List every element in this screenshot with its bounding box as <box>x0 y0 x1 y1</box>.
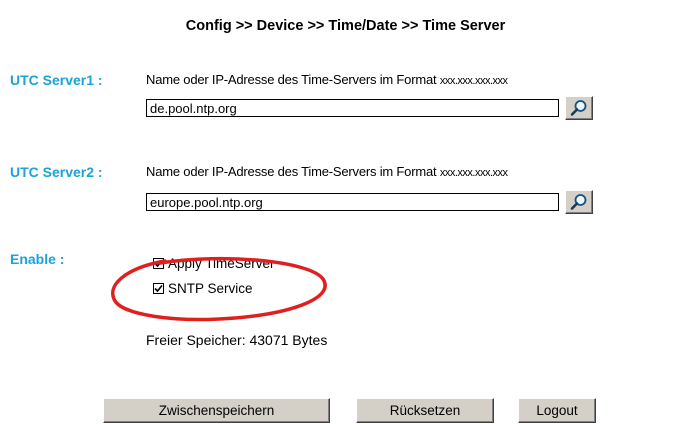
save-button[interactable]: Zwischenspeichern <box>103 398 330 423</box>
utc-server2-description: Name oder IP-Adresse des Time-Servers im… <box>146 164 508 179</box>
utc-server1-description: Name oder IP-Adresse des Time-Servers im… <box>146 72 508 87</box>
server2-format-text: xxx.xxx.xxx.xxx <box>439 167 508 179</box>
utc-server2-input[interactable] <box>146 193 559 211</box>
utc-server1-lookup-button[interactable] <box>565 96 593 120</box>
enable-label: Enable : <box>10 251 65 267</box>
reset-button[interactable]: Rücksetzen <box>356 398 494 423</box>
magnifier-icon <box>570 100 587 116</box>
breadcrumb: Config >> Device >> Time/Date >> Time Se… <box>185 18 506 34</box>
utc-server2-lookup-button[interactable] <box>565 190 593 214</box>
utc-server1-input[interactable] <box>146 99 559 117</box>
magnifier-icon <box>570 194 587 210</box>
utc-server1-label: UTC Server1 : <box>10 72 103 88</box>
free-memory-text: Freier Speicher: 43071 Bytes <box>146 332 328 348</box>
server2-description-text: Name oder IP-Adresse des Time-Servers im… <box>146 164 440 179</box>
server1-description-text: Name oder IP-Adresse des Time-Servers im… <box>146 72 440 87</box>
server1-format-text: xxx.xxx.xxx.xxx <box>439 75 508 87</box>
logout-button[interactable]: Logout <box>518 398 596 423</box>
highlight-ellipse <box>111 256 327 322</box>
utc-server2-label: UTC Server2 : <box>10 164 103 180</box>
